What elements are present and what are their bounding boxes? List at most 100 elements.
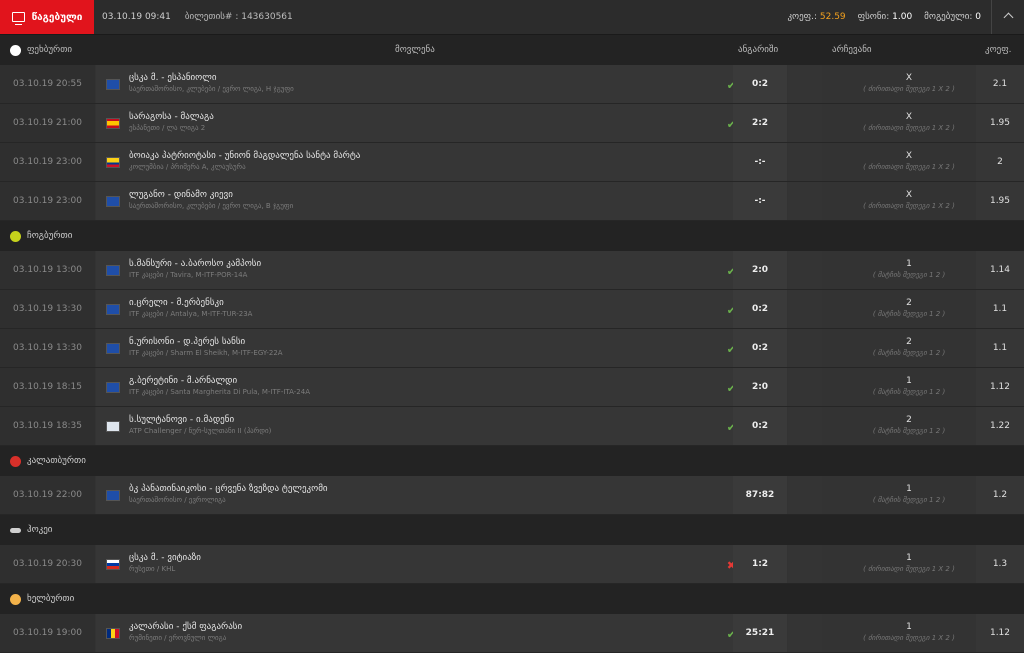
match-score: 0:2: [733, 290, 787, 328]
match-odds: 2.1: [976, 65, 1024, 103]
status-badge: წაგებული: [0, 0, 94, 34]
match-row[interactable]: 03.10.19 21:00 სარაგოსა - მალაგა ესპანეთი …: [0, 104, 1024, 143]
flag-icon: [106, 627, 120, 639]
sport-name: ჰოკეი: [27, 525, 53, 535]
pick-market: ( ძირითადი შედეგი 1 X 2 ): [863, 634, 955, 642]
pick-value: 2: [906, 415, 912, 425]
match-pick: 1 ( მატჩის შედეგი 1 2 ): [823, 251, 985, 289]
spacer-cell: [788, 614, 822, 652]
match-odds: 2: [976, 143, 1024, 181]
match-league: კოლუმბია / პრიმერა A, კლაუსურა: [129, 163, 246, 171]
ticket-topbar: წაგებული 03.10.19 09:41 ბილეთის# : 14363…: [0, 0, 1024, 35]
pick-value: 1: [906, 376, 912, 386]
spacer-cell: [788, 290, 822, 328]
match-time: 03.10.19 20:55: [0, 65, 95, 103]
flag-icon: [106, 78, 120, 90]
pick-market: ( მატჩის შედეგი 1 2 ): [872, 388, 946, 396]
match-league: რუმინეთი / ეროვნული ლიგა: [129, 634, 227, 642]
match-league: ITF კაცები / Santa Margherita Di Pula, M…: [129, 388, 310, 396]
sport-name: კალათბურთი: [27, 456, 86, 466]
match-row[interactable]: 03.10.19 13:30 ი.ცრელი - მ.ერბენსკი ITF კა…: [0, 290, 1024, 329]
pick-value: 1: [906, 553, 912, 563]
match-score: 0:2: [733, 407, 787, 445]
match-name: ცსკა მ. - ვიტიაზი: [129, 553, 201, 563]
match-row[interactable]: 03.10.19 13:30 ნ.ურისონი - დ.პერეს სანსი I…: [0, 329, 1024, 368]
sport-header-4: ხელბურთი: [0, 584, 1024, 614]
flag-icon: [106, 420, 120, 432]
match-time: 03.10.19 13:30: [0, 290, 95, 328]
flag-icon: [106, 558, 120, 570]
pick-market: ( მატჩის შედეგი 1 2 ): [872, 310, 946, 318]
match-row[interactable]: 03.10.19 23:00 ბოიაკა პატრიოტასი - უნიონ …: [0, 143, 1024, 182]
pick-market: ( ძირითადი შედეგი 1 X 2 ): [863, 124, 955, 132]
match-row[interactable]: 03.10.19 19:00 კალარასი - ქსმ ფაგარასი რუმ…: [0, 614, 1024, 653]
match-league: საერთაშორისო / ევროლიგა: [129, 496, 226, 504]
spacer-cell: [788, 476, 822, 514]
match-row[interactable]: 03.10.19 18:35 ს.სულტანოვი - ი.მადენი ATP …: [0, 407, 1024, 446]
match-time: 03.10.19 19:00: [0, 614, 95, 652]
match-event: სარაგოსა - მალაგა ესპანეთი / ლა ლიგა 2 ✔: [96, 104, 748, 142]
match-time: 03.10.19 18:35: [0, 407, 95, 445]
odds-label: კოეფ.:: [787, 12, 817, 22]
pick-value: 2: [906, 298, 912, 308]
spacer-cell: [788, 182, 822, 220]
match-row[interactable]: 03.10.19 22:00 ბკ პანათინაიკოსი - ცრვენა …: [0, 476, 1024, 515]
match-event: ცსკა მ. - ვიტიაზი რუსეთი / KHL ✖: [96, 545, 748, 583]
match-odds: 1.22: [976, 407, 1024, 445]
match-score: 2:2: [733, 104, 787, 142]
match-pick: 2 ( მატჩის შედეგი 1 2 ): [823, 329, 985, 367]
match-pick: 1 ( მატჩის შედეგი 1 2 ): [823, 476, 985, 514]
match-score: -:-: [733, 143, 787, 181]
basketball-icon: [10, 455, 21, 467]
flag-icon: [106, 264, 120, 276]
odds-value: 52.59: [819, 12, 846, 22]
match-pick: 2 ( მატჩის შედეგი 1 2 ): [823, 290, 985, 328]
match-row[interactable]: 03.10.19 23:00 ლუგანო - დინამო კიევი საერთ…: [0, 182, 1024, 221]
match-time: 03.10.19 23:00: [0, 143, 95, 181]
match-name: ი.ცრელი - მ.ერბენსკი: [129, 298, 224, 308]
match-row[interactable]: 03.10.19 20:30 ცსკა მ. - ვიტიაზი რუსეთი / …: [0, 545, 1024, 584]
match-name: გ.ბერეტინი - მ.არნალდი: [129, 376, 238, 386]
match-name: ნ.ურისონი - დ.პერეს სანსი: [129, 337, 246, 347]
sport-header-2: კალათბურთი: [0, 446, 1024, 476]
match-row[interactable]: 03.10.19 13:00 ს.მანსური - ა.ბაროსო კამპო…: [0, 251, 1024, 290]
monitor-icon: [11, 12, 25, 25]
match-event: ნ.ურისონი - დ.პერეს სანსი ITF კაცები / Sh…: [96, 329, 748, 367]
flag-icon: [106, 117, 120, 129]
match-row[interactable]: 03.10.19 20:55 ცსკა მ. - ესპანიოლი საერთაშ…: [0, 65, 1024, 104]
pick-value: X: [905, 190, 913, 200]
match-time: 03.10.19 22:00: [0, 476, 95, 514]
pick-value: X: [905, 73, 913, 83]
pick-market: ( ძირითადი შედეგი 1 X 2 ): [863, 85, 955, 93]
sport-name: ხელბურთი: [27, 594, 75, 604]
match-event: ს.მანსური - ა.ბაროსო კამპოსი ITF კაცები /…: [96, 251, 748, 289]
ticket-datetime: 03.10.19 09:41: [102, 12, 171, 22]
match-score: 87:82: [733, 476, 787, 514]
match-name: ბკ პანათინაიკოსი - ცრვენა ზვეზდა ტელეკომ…: [129, 484, 328, 494]
match-pick: X ( ძირითადი შედეგი 1 X 2 ): [823, 182, 985, 220]
winnings: მოგებული: 0: [918, 12, 987, 22]
match-odds: 1.3: [976, 545, 1024, 583]
column-pick: არჩევანი: [832, 45, 872, 55]
flag-icon: [106, 156, 120, 168]
spacer-cell: [788, 545, 822, 583]
chevron-up-icon: [1003, 12, 1013, 22]
match-time: 03.10.19 21:00: [0, 104, 95, 142]
match-pick: X ( ძირითადი შედეგი 1 X 2 ): [823, 143, 985, 181]
flag-icon: [106, 342, 120, 354]
match-time: 03.10.19 20:30: [0, 545, 95, 583]
match-score: 0:2: [733, 329, 787, 367]
match-odds: 1.95: [976, 182, 1024, 220]
match-event: ცსკა მ. - ესპანიოლი საერთაშორისო, კლუბები…: [96, 65, 748, 103]
match-time: 03.10.19 23:00: [0, 182, 95, 220]
pick-market: ( მატჩის შედეგი 1 2 ): [872, 496, 946, 504]
match-league: რუსეთი / KHL: [129, 565, 176, 573]
sport-name: ფეხბურთი: [27, 45, 73, 55]
spacer-cell: [788, 368, 822, 406]
match-event: ი.ცრელი - მ.ერბენსკი ITF კაცები / Antalya…: [96, 290, 748, 328]
collapse-button[interactable]: [991, 0, 1024, 34]
match-pick: 1 ( ძირითადი შედეგი 1 X 2 ): [823, 614, 985, 652]
match-row[interactable]: 03.10.19 18:15 გ.ბერეტინი - მ.არნალდი ITF …: [0, 368, 1024, 407]
match-event: კალარასი - ქსმ ფაგარასი რუმინეთი / ეროვნუ…: [96, 614, 748, 652]
column-score: ანგარიში: [738, 45, 779, 55]
